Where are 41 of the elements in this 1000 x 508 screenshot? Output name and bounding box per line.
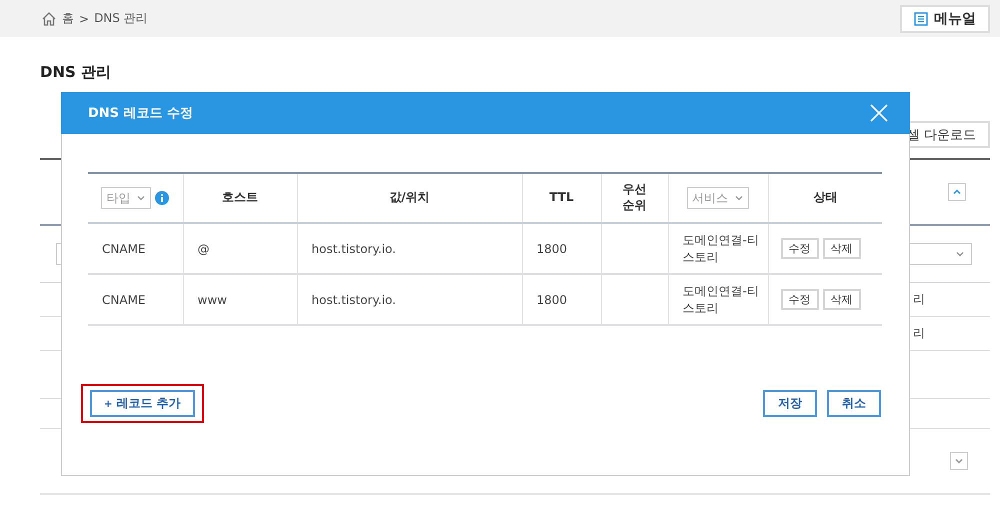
chevron-down-icon [955, 249, 965, 259]
dialog-button[interactable]: 취소 [827, 390, 881, 417]
breadcrumb-item: DNS 관리 [94, 10, 148, 27]
table-cell: www [198, 292, 227, 306]
document-icon [914, 12, 928, 26]
table-cell: host.tistory.io. [312, 292, 396, 306]
chevron-down-icon [136, 193, 146, 203]
breadcrumb-separator: > [79, 12, 90, 26]
table-cell-text: 도메인연결-티스토리 [682, 232, 760, 266]
column-header: 우선 순위 [622, 182, 646, 212]
table-cell: CNAME [102, 292, 146, 306]
table-cell-text: 도메인연결-티스토리 [682, 282, 760, 316]
expand-button[interactable] [950, 452, 968, 470]
dialog-title: DNS 레코드 수정 [88, 105, 194, 122]
collapse-button[interactable] [948, 183, 966, 201]
table-cell: 리 [913, 325, 925, 342]
close-icon[interactable] [870, 104, 888, 122]
chevron-down-icon [734, 193, 744, 203]
table-cell: host.tistory.io. [312, 242, 396, 256]
column-header: 값/위치 [389, 190, 430, 204]
row-action-button[interactable]: 삭제 [822, 238, 860, 259]
table-cell: 1800 [536, 292, 568, 306]
page-title: DNS 관리 [40, 63, 112, 83]
row-action-button[interactable]: 수정 [780, 289, 818, 310]
row-action-button[interactable]: 수정 [780, 238, 818, 259]
column-header: 호스트 [222, 190, 258, 204]
table-cell: CNAME [102, 242, 146, 256]
home-icon[interactable] [41, 10, 57, 26]
chevron-up-icon [952, 187, 962, 197]
column-header: TTL [549, 190, 574, 204]
table-cell: @ [198, 242, 210, 256]
table-cell: 리 [913, 291, 925, 308]
column-header: 상태 [813, 190, 838, 204]
table-cell: 1800 [536, 242, 568, 256]
chevron-down-icon [954, 456, 964, 466]
add-record-button[interactable]: + 레코드 추가 [90, 390, 195, 417]
dialog-button[interactable]: 저장 [763, 390, 817, 417]
breadcrumb-item[interactable]: 홈 [62, 10, 74, 27]
info-icon[interactable] [155, 191, 170, 205]
manual-button[interactable]: 메뉴얼 [900, 4, 990, 32]
row-action-button[interactable]: 삭제 [822, 289, 860, 310]
